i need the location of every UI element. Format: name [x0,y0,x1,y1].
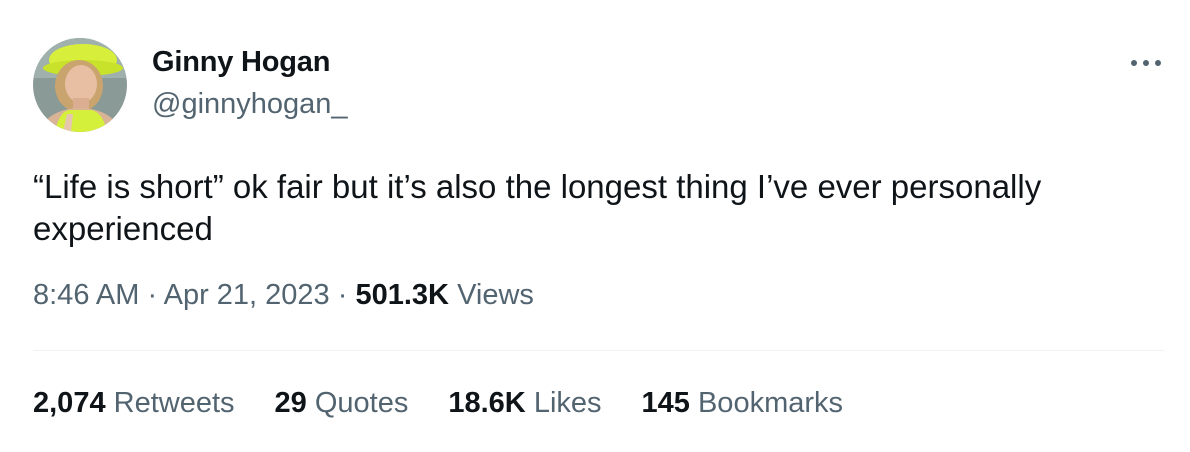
engagement-stats: 2,074 Retweets 29 Quotes 18.6K Likes 145… [33,387,883,420]
bookmarks-stat[interactable]: 145 Bookmarks [642,387,844,420]
tweet-text: “Life is short” ok fair but it’s also th… [33,168,1042,247]
quotes-stat[interactable]: 29 Quotes [275,387,409,420]
author-display-name[interactable]: Ginny Hogan [152,46,330,79]
divider [33,350,1164,351]
avatar[interactable] [33,38,127,132]
meta-separator: · [147,279,158,311]
views-label: Views [457,279,534,311]
likes-stat[interactable]: 18.6K Likes [448,387,601,420]
likes-label: Likes [533,387,602,419]
tweet-metadata: 8:46 AM · Apr 21, 2023 · 501.3K Views [33,279,534,312]
views-count[interactable]: 501.3K [355,279,449,311]
bookmarks-label: Bookmarks [697,387,844,419]
retweets-count: 2,074 [33,387,106,419]
quotes-count: 29 [274,387,307,419]
more-horizontal-icon [1131,60,1161,66]
quotes-label: Quotes [314,387,409,419]
retweets-stat[interactable]: 2,074 Retweets [33,387,235,420]
avatar-image [33,38,127,132]
bookmarks-count: 145 [641,387,690,419]
tweet-card: Ginny Hogan @ginnyhogan_ “Life is short”… [0,0,1190,452]
more-options-button[interactable] [1124,48,1168,78]
meta-separator: · [337,279,348,311]
author-handle[interactable]: @ginnyhogan_ [152,88,348,121]
tweet-time[interactable]: 8:46 AM [33,279,139,311]
likes-count: 18.6K [448,387,526,419]
retweets-label: Retweets [113,387,235,419]
tweet-date[interactable]: Apr 21, 2023 [164,279,330,311]
